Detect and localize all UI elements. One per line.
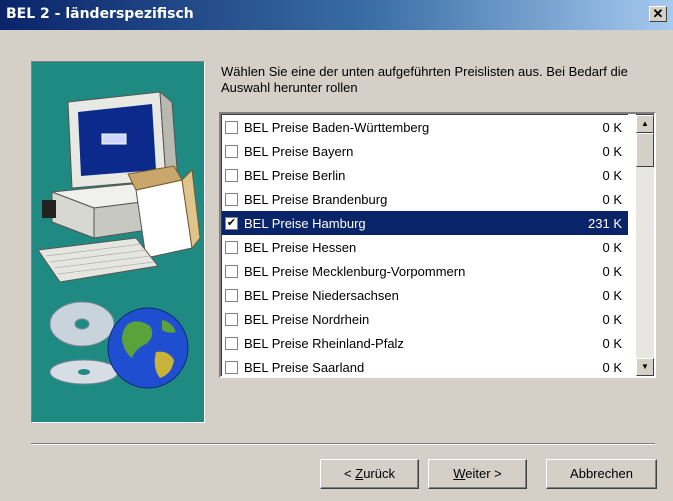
- close-button[interactable]: ✕: [649, 6, 667, 22]
- item-label: BEL Preise Hamburg: [244, 215, 366, 231]
- item-checkbox[interactable]: [225, 168, 238, 182]
- setup-dialog: BEL 2 - länderspezifisch ✕ Wählen Sie ei…: [0, 0, 673, 501]
- pricelist-listbox[interactable]: BEL Preise Baden-Württemberg 0 K BEL Preis…: [219, 112, 656, 378]
- title-bar[interactable]: BEL 2 - länderspezifisch ✕: [0, 0, 673, 30]
- item-checkbox[interactable]: [225, 336, 238, 350]
- list-item[interactable]: BEL Preise Niedersachsen 0 K: [222, 283, 628, 307]
- item-checkbox[interactable]: [225, 120, 238, 134]
- list-item[interactable]: ✔ BEL Preise Hamburg 231 K: [222, 211, 628, 235]
- item-size: 0 K: [602, 263, 622, 279]
- item-label: BEL Preise Baden-Württemberg: [244, 119, 430, 135]
- list-item[interactable]: BEL Preise Bayern 0 K: [222, 139, 628, 163]
- list-item[interactable]: BEL Preise Hessen 0 K: [222, 235, 628, 259]
- setup-graphic: [31, 61, 205, 423]
- item-label: BEL Preise Nordrhein: [244, 311, 370, 327]
- item-checkbox[interactable]: [225, 240, 238, 254]
- item-size: 0 K: [602, 143, 622, 159]
- list-item[interactable]: BEL Preise Rheinland-Pfalz 0 K: [222, 331, 628, 355]
- item-label: BEL Preise Niedersachsen: [244, 287, 399, 303]
- instructions-text: Wählen Sie eine der unten aufgeführten P…: [221, 64, 628, 95]
- list-item[interactable]: BEL Preise Mecklenburg-Vorpommern 0 K: [222, 259, 628, 283]
- item-label: BEL Preise Saarland: [244, 359, 365, 375]
- computer-globe-illustration: [37, 90, 201, 389]
- item-size: 0 K: [602, 239, 622, 255]
- arrow-down-icon: ▼: [641, 362, 649, 371]
- window-title: BEL 2 - länderspezifisch: [6, 6, 194, 22]
- item-label: BEL Preise Brandenburg: [244, 191, 388, 207]
- next-button[interactable]: Weiter >: [428, 459, 527, 489]
- list-item[interactable]: BEL Preise Saarland 0 K: [222, 355, 628, 376]
- button-separator: [31, 443, 655, 445]
- list-item[interactable]: BEL Preise Baden-Württemberg 0 K: [222, 115, 628, 139]
- item-checkbox[interactable]: [225, 192, 238, 206]
- list-item[interactable]: BEL Preise Nordrhein 0 K: [222, 307, 628, 331]
- scroll-up-button[interactable]: ▲: [636, 115, 654, 133]
- scroll-down-button[interactable]: ▼: [636, 358, 654, 376]
- item-checkbox[interactable]: [225, 312, 238, 326]
- item-label: BEL Preise Rheinland-Pfalz: [244, 335, 404, 351]
- list-item[interactable]: BEL Preise Brandenburg 0 K: [222, 187, 628, 211]
- item-label: BEL Preise Berlin: [244, 167, 346, 183]
- item-size: 0 K: [602, 287, 622, 303]
- item-size: 0 K: [602, 191, 622, 207]
- item-checkbox[interactable]: [225, 144, 238, 158]
- scroll-thumb[interactable]: [636, 133, 654, 167]
- back-button[interactable]: < Zurück: [320, 459, 419, 489]
- item-size: 231 K: [588, 215, 622, 231]
- item-size: 0 K: [602, 119, 622, 135]
- item-checkbox[interactable]: ✔: [225, 216, 238, 230]
- item-label: BEL Preise Mecklenburg-Vorpommern: [244, 263, 466, 279]
- item-size: 0 K: [602, 167, 622, 183]
- item-size: 0 K: [602, 311, 622, 327]
- item-size: 0 K: [602, 359, 622, 375]
- pricelist-items: BEL Preise Baden-Württemberg 0 K BEL Preis…: [221, 114, 628, 376]
- cancel-button[interactable]: Abbrechen: [546, 459, 657, 489]
- vertical-scrollbar[interactable]: ▲ ▼: [636, 114, 654, 376]
- item-label: BEL Preise Hessen: [244, 239, 357, 255]
- item-label: BEL Preise Bayern: [244, 143, 354, 159]
- item-size: 0 K: [602, 335, 622, 351]
- item-checkbox[interactable]: [225, 360, 238, 374]
- list-item[interactable]: BEL Preise Berlin 0 K: [222, 163, 628, 187]
- arrow-up-icon: ▲: [641, 119, 649, 128]
- item-checkbox[interactable]: [225, 264, 238, 278]
- item-checkbox[interactable]: [225, 288, 238, 302]
